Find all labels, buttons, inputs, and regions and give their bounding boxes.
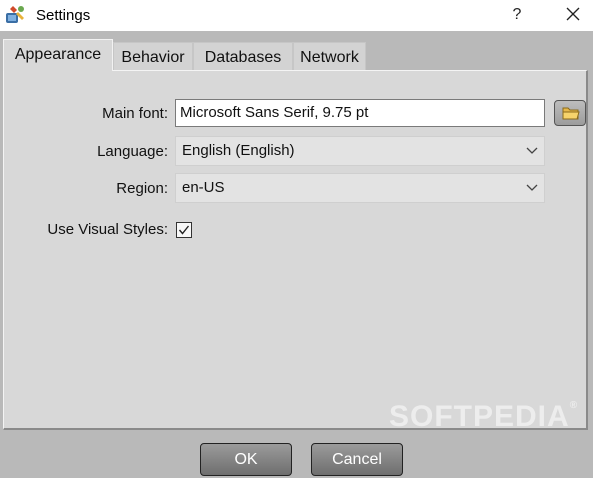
watermark-mark: ® [569, 400, 579, 411]
tab-network[interactable]: Network [293, 42, 366, 71]
region-select[interactable]: en-US [175, 173, 545, 203]
tab-databases[interactable]: Databases [193, 42, 293, 71]
chevron-down-icon [526, 184, 538, 191]
region-value: en-US [182, 179, 225, 196]
tab-behavior[interactable]: Behavior [113, 42, 193, 71]
app-tools-icon [4, 4, 26, 26]
region-label: Region: [116, 180, 168, 197]
visual-styles-label: Use Visual Styles: [47, 221, 168, 238]
language-value: English (English) [182, 142, 295, 159]
folder-icon [562, 107, 580, 120]
ok-button[interactable]: OK [200, 443, 292, 476]
tab-appearance[interactable]: Appearance [3, 39, 113, 71]
close-button[interactable] [558, 3, 588, 27]
help-button[interactable]: ? [503, 3, 531, 27]
window-title: Settings [36, 7, 91, 24]
watermark-text: SOFTPEDIA [389, 400, 570, 433]
checkmark-icon [178, 225, 190, 235]
title-bar: Settings ? [0, 0, 593, 31]
main-font-field[interactable]: Microsoft Sans Serif, 9.75 pt [175, 99, 545, 127]
language-select[interactable]: English (English) [175, 136, 545, 166]
close-icon [566, 7, 580, 21]
cancel-button[interactable]: Cancel [311, 443, 403, 476]
browse-font-button[interactable] [554, 100, 586, 126]
chevron-down-icon [526, 147, 538, 154]
watermark: SOFTPEDIA® [389, 400, 578, 434]
visual-styles-checkbox[interactable] [176, 222, 192, 238]
language-label: Language: [97, 143, 168, 160]
main-font-label: Main font: [102, 105, 168, 122]
